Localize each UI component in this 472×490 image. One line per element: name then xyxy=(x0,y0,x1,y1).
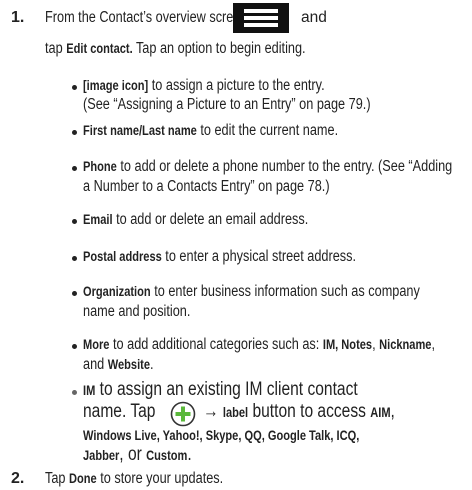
bullet-marker xyxy=(72,166,77,171)
green-plus-circle-icon xyxy=(170,401,196,427)
sub-bullet-im-line2: name. Tap xyxy=(83,401,156,422)
bullet-marker xyxy=(72,219,77,224)
bullet-item-phone: Phone to add or delete a phone number to… xyxy=(83,158,453,175)
sub-bullet-im-line2-rest: → label button to access AIM, xyxy=(203,401,395,422)
bullet-marker xyxy=(72,344,77,349)
bullet-item-organization-line2: name and position. xyxy=(83,303,191,320)
step2-text: Tap Done to store your updates. xyxy=(45,470,224,487)
sub-bullet-marker xyxy=(72,390,77,395)
bullet-item-postal: Postal address to enter a physical stree… xyxy=(83,248,357,265)
bullet-marker xyxy=(72,256,77,261)
arrow-icon: → xyxy=(203,401,219,422)
sub-bullet-im-line4: Jabber, or Custom. xyxy=(83,444,192,465)
bullet-item-name: First name/Last name to edit the current… xyxy=(83,122,339,139)
bullet-marker xyxy=(72,130,77,135)
bullet-item-email: Email to add or delete an email address. xyxy=(83,211,309,228)
bullet-item-image: [image icon] to assign a picture to the … xyxy=(83,77,325,94)
menu-key-icon xyxy=(233,3,289,33)
step1-line1-end: and xyxy=(301,9,327,26)
bullet-item-more: More to add additional categories such a… xyxy=(83,336,435,353)
bullet-item-image-line2: (See “Assigning a Picture to an Entry” o… xyxy=(83,96,371,113)
bullet-marker xyxy=(72,85,77,90)
step1-line2: tap Edit contact. Tap an option to begin… xyxy=(45,40,306,57)
step1-line1: From the Contact’s overview screen, pres… xyxy=(45,9,286,26)
sub-bullet-im: IM to assign an existing IM client conta… xyxy=(83,379,358,400)
bullet-item-organization: Organization to enter business informati… xyxy=(83,283,420,300)
bullet-item-phone-line2: a Number to a Contacts Entry” on page 78… xyxy=(83,178,330,195)
step-number-2: 2. xyxy=(11,470,25,487)
sub-bullet-im-line3: Windows Live, Yahoo!, Skype, QQ, Google … xyxy=(83,428,360,443)
step-number-1: 1. xyxy=(11,9,25,26)
bullet-item-more-line2: and Website. xyxy=(83,356,154,373)
bullet-marker xyxy=(72,291,77,296)
